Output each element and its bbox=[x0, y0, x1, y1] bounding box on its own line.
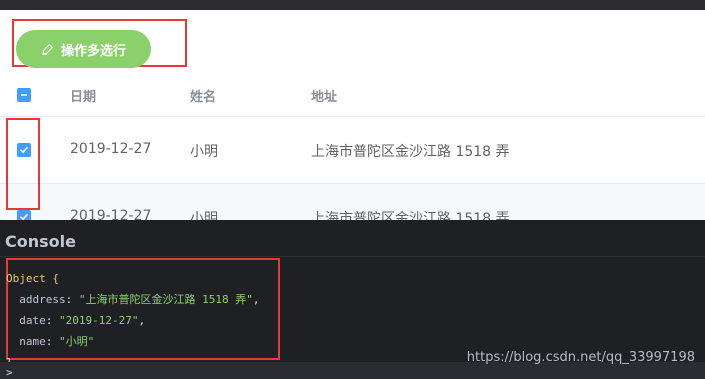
indeterminate-icon bbox=[21, 94, 27, 96]
console-comma: , bbox=[252, 293, 260, 306]
table-page: 操作多选行 日期 姓名 地址 2019-12-27 小明 上海市普陀区金沙江路 … bbox=[0, 10, 705, 251]
console-key: name bbox=[19, 335, 46, 348]
console-value: "小明" bbox=[59, 335, 95, 348]
console-divider bbox=[0, 256, 705, 257]
pencil-icon bbox=[42, 44, 53, 55]
cell-date: 2019-12-27 bbox=[70, 141, 152, 157]
console-value: "2019-12-27" bbox=[59, 314, 139, 327]
multi-row-action-label: 操作多选行 bbox=[60, 43, 126, 59]
console-object-open: Object { bbox=[6, 272, 59, 285]
multi-row-action-button[interactable]: 操作多选行 bbox=[16, 30, 151, 68]
console-colon: : bbox=[45, 335, 59, 348]
cell-address: 上海市普陀区金沙江路 1518 弄 bbox=[311, 144, 510, 160]
cell-name: 小明 bbox=[190, 144, 218, 160]
console-comma: , bbox=[138, 314, 146, 327]
console-prompt: > bbox=[6, 366, 13, 379]
console-title: Console bbox=[5, 232, 76, 251]
console-log: Object { address: "上海市普陀区金沙江路 1518 弄", d… bbox=[6, 268, 259, 373]
watermark-text: https://blog.csdn.net/qq_33997198 bbox=[466, 350, 695, 365]
table-header: 日期 姓名 地址 bbox=[0, 72, 705, 117]
console-key: date bbox=[19, 314, 46, 327]
highlight-checkbox-column bbox=[6, 118, 40, 210]
header-address: 地址 bbox=[311, 90, 338, 105]
console-key: address bbox=[19, 293, 66, 306]
console-colon: : bbox=[45, 314, 59, 327]
header-name: 姓名 bbox=[190, 90, 217, 105]
select-all-checkbox[interactable] bbox=[17, 88, 31, 102]
table-row[interactable]: 2019-12-27 小明 上海市普陀区金沙江路 1518 弄 bbox=[0, 117, 705, 184]
console-value: "上海市普陀区金沙江路 1518 弄" bbox=[78, 293, 253, 306]
console-colon: : bbox=[65, 293, 79, 306]
window-top-bar bbox=[0, 0, 705, 10]
header-date: 日期 bbox=[70, 90, 97, 105]
console-panel: Console Object { address: "上海市普陀区金沙江路 15… bbox=[0, 220, 705, 379]
